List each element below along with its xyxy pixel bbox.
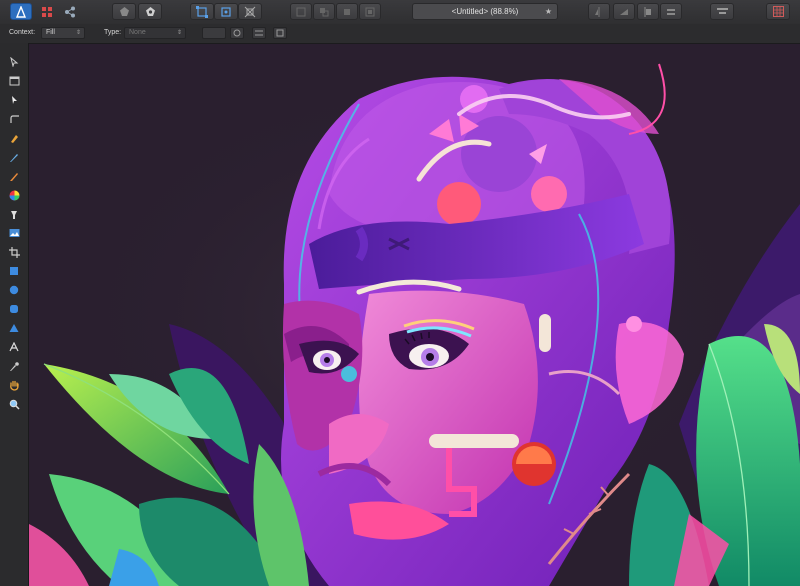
rounded-rect-tool-icon[interactable] [7, 302, 21, 316]
arrange-front-button[interactable] [336, 3, 358, 20]
corner-tool-icon[interactable] [7, 112, 21, 126]
arrange-top-button[interactable] [359, 3, 381, 20]
context-toolbar: Context: Fill ⇕ Type: None ⇕ [0, 24, 800, 44]
boolean-operations-button[interactable] [710, 3, 734, 20]
triangle-tool-icon[interactable] [7, 321, 21, 335]
fill-tool-icon[interactable] [7, 207, 21, 221]
chevron-up-down-icon: ⇕ [176, 30, 182, 36]
flip-gradient-icon[interactable] [252, 27, 266, 39]
type-label: Type: [104, 29, 122, 36]
brush-tool-icon[interactable] [7, 169, 21, 183]
grid-toggle-button[interactable] [766, 3, 790, 20]
artwork-illustration [29, 44, 800, 586]
main-toolbar: <Untitled> (88.8%) ★ [0, 0, 800, 25]
hand-tool-icon[interactable] [7, 378, 21, 392]
node-tool-icon[interactable] [7, 93, 21, 107]
context-label: Context: [9, 29, 36, 36]
color-swatch-button[interactable] [202, 27, 226, 39]
context-select[interactable]: Fill ⇕ [41, 27, 85, 39]
ellipse-tool-icon[interactable] [7, 283, 21, 297]
document-setup-button[interactable] [112, 3, 136, 20]
affinity-designer-logo-icon[interactable] [10, 3, 32, 20]
snap-geometry-button[interactable] [214, 3, 238, 20]
align-button[interactable] [637, 3, 659, 20]
text-tool-icon[interactable] [7, 340, 21, 354]
move-tool-icon[interactable] [7, 55, 21, 69]
export-persona-icon[interactable] [62, 3, 78, 20]
pixel-persona-icon[interactable] [40, 3, 54, 20]
document-title-text: <Untitled> (88.8%) [451, 7, 519, 16]
insert-inside-button[interactable] [290, 3, 312, 20]
star-icon[interactable]: ★ [545, 4, 552, 19]
crop-tool-icon[interactable] [7, 245, 21, 259]
snap-transform-button[interactable] [238, 3, 262, 20]
rotate-button[interactable] [613, 3, 635, 20]
document-title[interactable]: <Untitled> (88.8%) ★ [412, 3, 558, 20]
preferences-button[interactable] [138, 3, 162, 20]
chevron-up-down-icon: ⇕ [75, 30, 81, 36]
pencil-tool-icon[interactable] [7, 150, 21, 164]
place-image-icon[interactable] [7, 226, 21, 240]
type-select[interactable]: None ⇕ [124, 27, 186, 39]
gradient-options-icon[interactable] [273, 27, 287, 39]
type-select-value: None [129, 29, 146, 36]
context-select-value: Fill [46, 29, 55, 36]
tools-panel [0, 43, 29, 586]
document-canvas[interactable] [29, 44, 800, 586]
snap-bounds-button[interactable] [190, 3, 214, 20]
arrange-back-button[interactable] [313, 3, 335, 20]
distribute-button[interactable] [660, 3, 682, 20]
zoom-tool-icon[interactable] [7, 397, 21, 411]
color-picker-icon[interactable] [7, 359, 21, 373]
swap-icon[interactable] [230, 27, 244, 39]
flip-horizontal-button[interactable] [588, 3, 610, 20]
pen-tool-icon[interactable] [7, 131, 21, 145]
artboard-tool-icon[interactable] [7, 74, 21, 88]
color-wheel-icon[interactable] [7, 188, 21, 202]
rectangle-tool-icon[interactable] [7, 264, 21, 278]
